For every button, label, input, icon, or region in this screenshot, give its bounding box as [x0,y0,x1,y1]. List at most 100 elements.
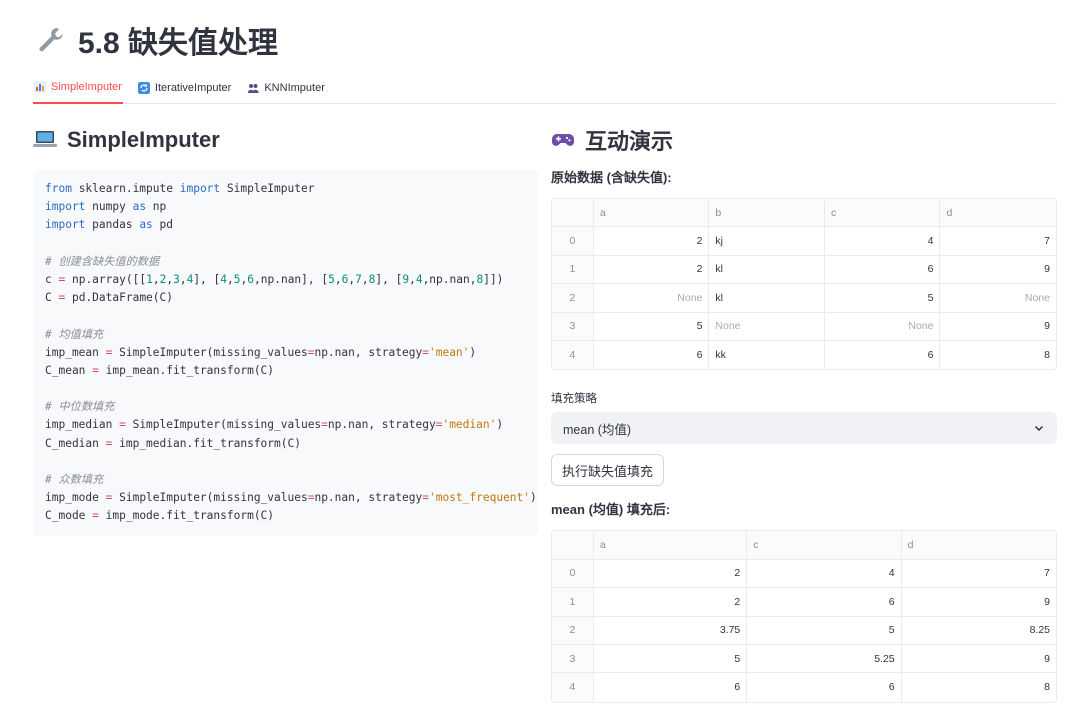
row-index: 2 [552,284,594,312]
strategy-selected-value: mean (均值) [563,422,632,437]
row-index: 4 [552,340,594,370]
table-cell-missing[interactable]: None [940,284,1056,311]
tab-iterativeimputer[interactable]: IterativeImputer [137,72,232,103]
table-row: 1 2 6 9 [552,588,1056,617]
table-cell[interactable]: 9 [902,645,1056,672]
column-header[interactable]: c [747,531,902,559]
table-header-row: a b c d [552,199,1056,228]
code-line: C_mode = imp_mode.fit_transform(C) [45,509,275,523]
table-row: 4 6 6 8 [552,673,1056,702]
column-header[interactable]: c [825,199,941,227]
code-line-comment: # 众数填充 [45,473,104,486]
table-cell[interactable]: 5 [594,644,748,673]
table-cell[interactable]: 8 [902,673,1056,701]
code-line: imp_median = SimpleImputer(missing_value… [45,418,504,432]
table-cell-missing[interactable]: None [709,312,825,340]
code-block: from sklearn.impute import SimpleImputer… [33,170,538,536]
table-cell[interactable]: 5 [747,616,902,644]
tab-simpleimputer[interactable]: SimpleImputer [33,72,123,104]
column-header[interactable]: d [902,531,1056,558]
laptop-icon [33,131,57,147]
table-cell[interactable]: 6 [825,255,941,284]
result-data-table[interactable]: a c d 0 2 4 7 1 2 6 9 2 3.75 5 8.25 3 5 … [551,530,1057,703]
table-cell[interactable]: 9 [940,313,1056,340]
column-header[interactable]: a [594,199,710,227]
row-index: 3 [552,312,594,340]
table-cell[interactable]: 2 [594,227,710,255]
column-header[interactable]: d [940,199,1056,226]
table-cell[interactable]: 2 [594,255,710,284]
code-line: C_median = imp_median.fit_transform(C) [45,436,301,450]
table-cell[interactable]: kk [709,340,825,370]
table-cell[interactable]: 2 [594,559,748,588]
row-index: 2 [552,616,594,644]
section-heading-text: 互动演示 [585,129,674,154]
row-index: 1 [552,255,594,284]
table-cell[interactable]: 2 [594,588,748,616]
left-column: SimpleImputer from sklearn.impute import… [33,120,538,536]
table-cell[interactable]: kl [709,255,825,284]
code-line-comment: # 创建含缺失值的数据 [45,254,160,268]
table-cell[interactable]: 5 [594,312,710,340]
table-cell-missing[interactable]: None [825,312,941,340]
table-cell[interactable]: 6 [825,340,941,370]
row-index: 3 [552,644,594,673]
result-label: mean (均值) 填充后: [551,501,671,517]
table-cell[interactable]: 9 [902,588,1056,615]
row-index: 4 [552,673,594,702]
tab-label: SimpleImputer [51,81,122,93]
table-cell[interactable]: 6 [594,673,748,702]
table-cell-missing[interactable]: None [594,284,710,312]
wrench-icon [39,28,63,52]
tab-bar: SimpleImputer IterativeImputer KNNImpute… [33,72,1057,104]
table-cell[interactable]: 4 [825,227,941,255]
original-data-table[interactable]: a b c d 0 2 kj 4 7 1 2 kl 6 9 2 None kl … [551,198,1057,371]
table-cell[interactable]: 7 [940,227,1056,254]
table-row: 3 5 5.25 9 [552,644,1056,674]
original-data-label: 原始数据 (含缺失值): [551,169,672,185]
table-row: 3 5 None None 9 [552,312,1056,341]
table-cell[interactable]: 3.75 [594,616,748,644]
table-header-row: a c d [552,531,1056,560]
code-line: C_mean = imp_mean.fit_transform(C) [45,363,275,377]
table-cell[interactable]: 6 [594,340,710,370]
table-cell[interactable]: 8.25 [902,617,1056,644]
table-cell[interactable]: kj [709,227,825,255]
table-cell[interactable]: 4 [747,559,902,588]
run-impute-button[interactable]: 执行缺失值填充 [551,454,665,487]
table-row: 1 2 kl 6 9 [552,255,1056,285]
table-cell[interactable]: kl [709,284,825,312]
table-cell[interactable]: 5 [825,284,941,312]
page-title: 5.8 缺失值处理 [36,20,278,60]
tab-knnimputer[interactable]: KNNImputer [246,72,326,103]
table-cell[interactable]: 6 [747,588,902,616]
table-cell[interactable]: 7 [902,560,1056,587]
table-row: 4 6 kk 6 8 [552,340,1056,370]
code-line: import pandas as pd [45,218,174,232]
table-cell[interactable]: 8 [940,341,1056,369]
column-header[interactable]: b [709,199,825,227]
table-cell[interactable]: 5.25 [747,644,902,673]
right-column: 互动演示 原始数据 (含缺失值): a b c d 0 2 kj 4 7 1 2… [551,120,1057,703]
chevron-down-icon [1034,426,1044,432]
code-line: imp_mean = SimpleImputer(missing_values=… [45,345,477,359]
code-line-comment: # 均值填充 [45,327,104,341]
index-header [552,199,594,227]
row-index: 0 [552,559,594,588]
strategy-select[interactable]: mean (均值) [551,412,1057,445]
row-index: 0 [552,227,594,255]
column-header[interactable]: a [594,531,748,559]
table-cell[interactable]: 9 [940,256,1056,283]
tab-label: KNNImputer [264,81,325,94]
code-line: import numpy as np [45,200,167,214]
table-cell[interactable]: 6 [747,673,902,702]
bar-chart-icon [34,81,46,93]
page-title-text: 5.8 缺失值处理 [78,27,279,60]
users-icon [248,83,260,93]
code-line: C = pd.DataFrame(C) [45,291,174,305]
section-heading-demo: 互动演示 [551,120,1057,160]
